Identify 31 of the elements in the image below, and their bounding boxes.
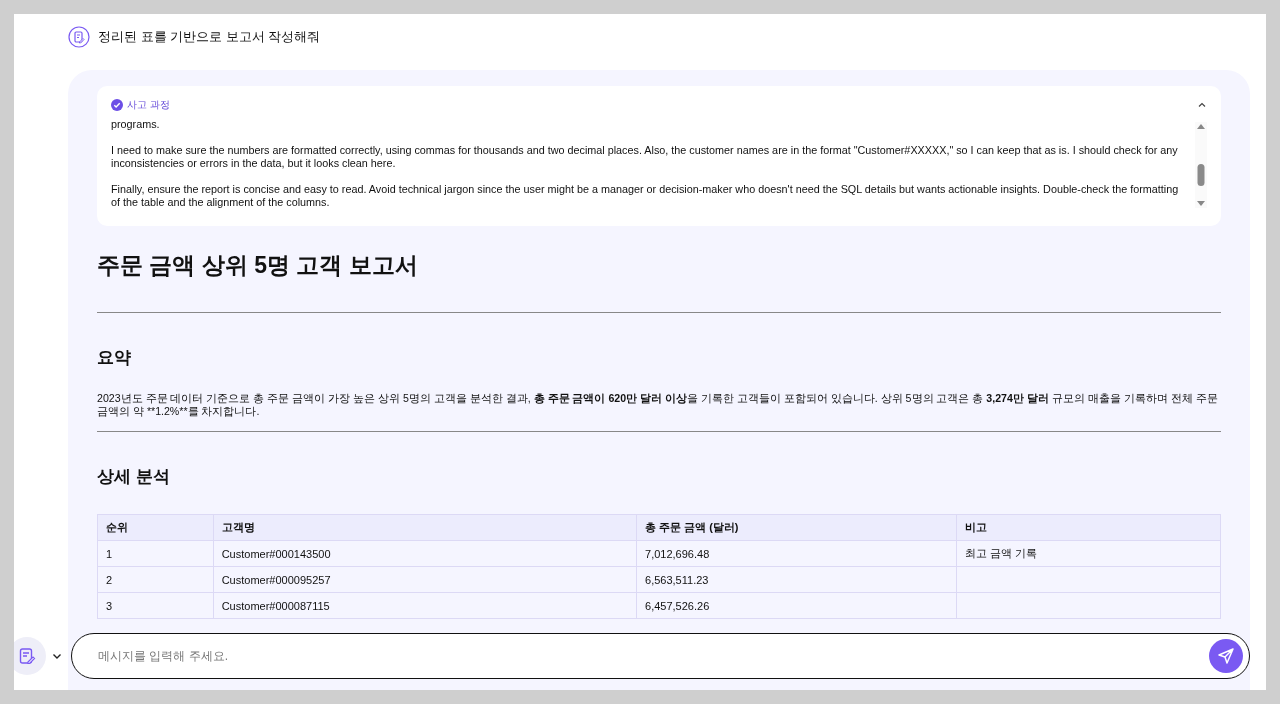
column-header: 순위 — [97, 514, 214, 541]
table-cell: 1 — [97, 540, 214, 567]
document-edit-icon — [68, 26, 90, 48]
table-cell: 최고 금액 기록 — [956, 540, 1221, 567]
check-circle-icon — [111, 99, 123, 111]
report-title: 주문 금액 상위 5명 고객 보고서 — [97, 251, 419, 280]
table-cell: 6,457,526.26 — [636, 592, 957, 619]
thinking-title: 사고 과정 — [127, 98, 170, 112]
summary-paragraph: 2023년도 주문 데이터 기준으로 총 주문 금액이 가장 높은 상위 5명의 고객을 분석한 결과, 총 주문 금액이 620만 달러 이상을 기록한 고객들이 포함되어 있습니다. 상위 5명의 고객은 총 3,274만 달러 규모의 매출을 기록하며 전체 주문 금액의 약 **1.2%**를 차지합니다. — [97, 392, 1219, 418]
table-cell: 7,012,696.48 — [636, 540, 957, 567]
thinking-paragraph: I need to make sure the numbers are formatted correctly, using commas for thousands and two decimal places. Also, the customer names are in the format "Customer#XXXXX," so I can keep that as is. I should check for any inconsistencies or errors in the data, but it looks clean here. — [111, 144, 1179, 170]
thinking-paragraph: Finally, ensure the report is concise and easy to read. Avoid technical jargon since the user might be a manager or decision-maker who doesn't need the SQL details but wants actionable insights. Double-check the formatting of the table and the alignment of the columns. — [111, 183, 1180, 209]
table-cell: Customer#000143500 — [213, 540, 637, 567]
send-icon — [1217, 647, 1235, 665]
message-field[interactable]: 메시지를 입력해 주세요. — [71, 633, 1250, 679]
table-cell: 2 — [97, 566, 214, 593]
notes-button[interactable] — [14, 637, 46, 675]
table-cell: 3 — [97, 592, 214, 619]
table-cell: 6,563,511.23 — [636, 566, 957, 593]
notes-icon — [18, 647, 36, 665]
column-header: 비고 — [956, 514, 1221, 541]
collapse-button[interactable] — [1197, 100, 1207, 110]
section-heading: 요약 — [97, 347, 132, 369]
table-cell: Customer#000087115 — [213, 592, 637, 619]
table-cell: Customer#000095257 — [213, 566, 637, 593]
section-heading: 상세 분석 — [97, 466, 171, 488]
prompt-text: 정리된 표를 기반으로 보고서 작성해줘 — [98, 28, 321, 46]
column-header: 고객명 — [213, 514, 637, 541]
column-header: 총 주문 금액 (달러) — [636, 514, 957, 541]
chevron-down-icon[interactable] — [52, 651, 62, 661]
thinking-paragraph: programs. — [111, 118, 161, 131]
